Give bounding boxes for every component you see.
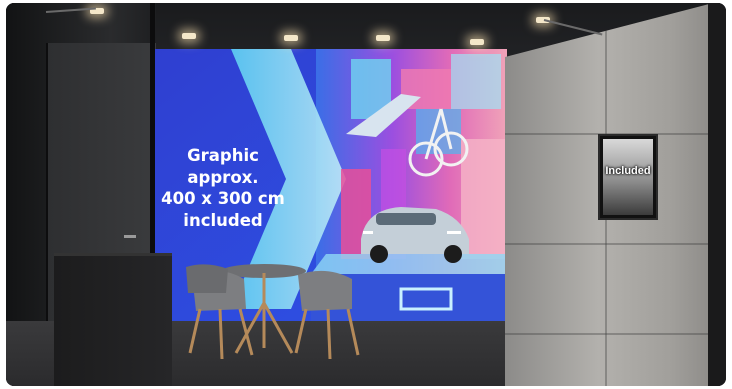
reception-counter: [54, 253, 172, 386]
booth-photo: Graphic approx. 400 x 300 cm included In…: [6, 3, 726, 386]
